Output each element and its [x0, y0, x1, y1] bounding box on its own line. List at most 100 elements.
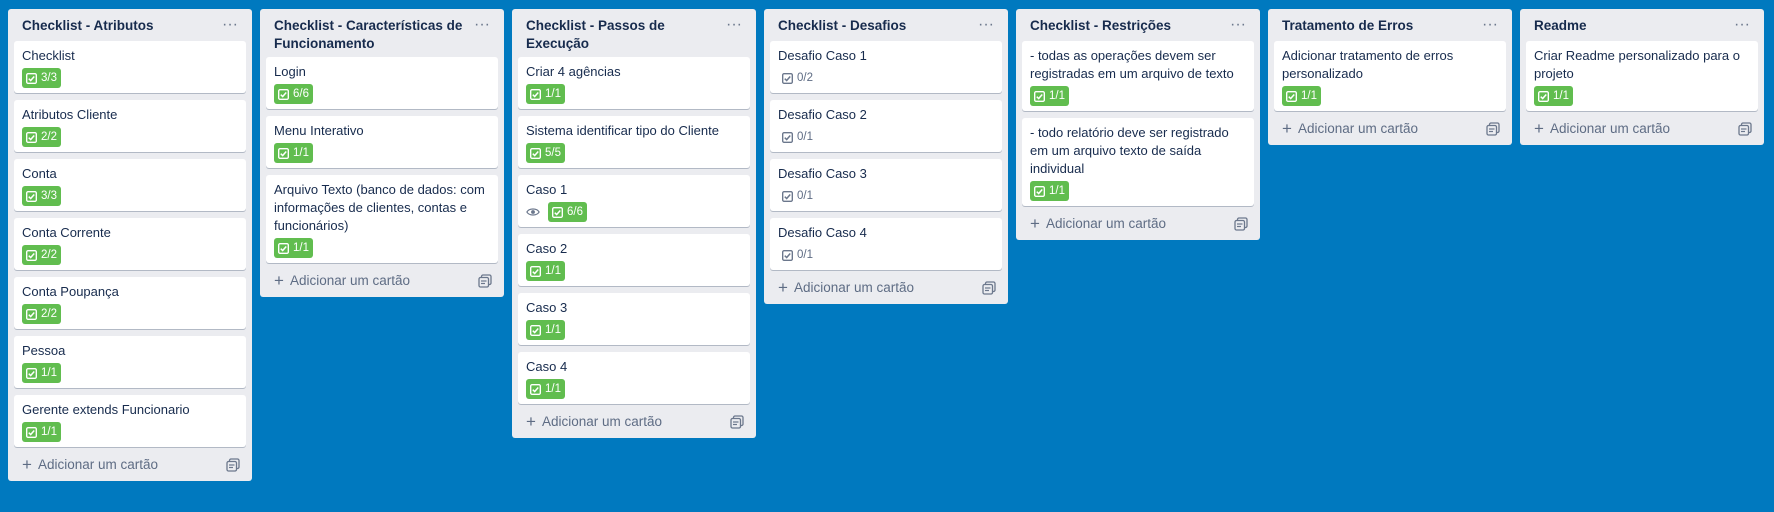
ellipsis-icon[interactable]: ···: [218, 13, 242, 37]
card-todo-relatorio-deve-ser-registrado-em-um[interactable]: - todo relatório deve ser registrado em …: [1022, 118, 1254, 206]
checklist-count: 0/1: [797, 249, 813, 261]
card-conta-poupanca[interactable]: Conta Poupança 2/2: [14, 277, 246, 329]
add-card-button[interactable]: + Adicionar um cartão: [266, 263, 498, 297]
card-caso-4[interactable]: Caso 4 1/1: [518, 352, 750, 404]
ellipsis-icon[interactable]: ···: [722, 13, 746, 37]
card-list: Desafio Caso 1 0/2 Desafio Caso 2 0/1 Desafi…: [770, 41, 1002, 270]
card-badges: 0/1: [778, 186, 994, 206]
add-card-button[interactable]: + Adicionar um cartão: [1022, 206, 1254, 240]
checklist-icon: [530, 88, 541, 100]
card-title: Criar Readme personalizado para o projet…: [1534, 48, 1740, 81]
checklist-icon: [530, 265, 541, 277]
checklist-icon: [1286, 90, 1297, 102]
checklist-badge: 0/2: [778, 68, 817, 88]
ellipsis-icon[interactable]: ···: [1730, 13, 1754, 37]
card-template-icon[interactable]: [1486, 122, 1500, 136]
checklist-badge: 1/1: [1030, 86, 1069, 106]
card-criar-4-agencias[interactable]: Criar 4 agências 1/1: [518, 57, 750, 109]
ellipsis-icon[interactable]: ···: [1226, 13, 1250, 37]
list-title[interactable]: Checklist - Restrições: [1030, 17, 1220, 35]
card-title: Criar 4 agências: [526, 64, 621, 79]
list-header: Checklist - Passos de Execução ···: [518, 9, 750, 57]
card-atributos-cliente[interactable]: Atributos Cliente 2/2: [14, 100, 246, 152]
card-template-icon[interactable]: [1738, 122, 1752, 136]
checklist-icon: [278, 242, 289, 254]
checklist-badge: 3/3: [22, 68, 61, 88]
add-card-button[interactable]: + Adicionar um cartão: [1526, 111, 1758, 145]
add-card-button[interactable]: + Adicionar um cartão: [14, 447, 246, 481]
list-title[interactable]: Readme: [1534, 17, 1724, 35]
add-card-button[interactable]: + Adicionar um cartão: [1274, 111, 1506, 145]
card-conta-corrente[interactable]: Conta Corrente 2/2: [14, 218, 246, 270]
checklist-badge: 1/1: [1282, 86, 1321, 106]
card-todas-as-operacoes-devem-ser-registradas[interactable]: - todas as operações devem ser registrad…: [1022, 41, 1254, 111]
plus-icon: +: [274, 270, 284, 290]
checklist-count: 2/2: [41, 131, 57, 143]
list-checklist-passos-de-execucao: Checklist - Passos de Execução ··· Criar 4…: [512, 9, 756, 438]
card-template-icon[interactable]: [226, 458, 240, 472]
card-template-icon[interactable]: [478, 274, 492, 288]
plus-icon: +: [1534, 118, 1544, 138]
list-checklist-desafios: Checklist - Desafios ··· Desafio Caso 1 0/2…: [764, 9, 1008, 304]
card-template-icon[interactable]: [730, 415, 744, 429]
card-template-icon[interactable]: [982, 281, 996, 295]
card-caso-2[interactable]: Caso 2 1/1: [518, 234, 750, 286]
checklist-icon: [26, 190, 37, 202]
card-menu-interativo[interactable]: Menu Interativo 1/1: [266, 116, 498, 168]
board: Checklist - Atributos ··· Checklist 3/3 Atri…: [0, 0, 1774, 512]
card-desafio-caso-2[interactable]: Desafio Caso 2 0/1: [770, 100, 1002, 152]
list-title[interactable]: Checklist - Características de Funcionam…: [274, 17, 464, 53]
card-template-icon[interactable]: [1234, 217, 1248, 231]
add-card-label: Adicionar um cartão: [541, 414, 662, 429]
card-desafio-caso-1[interactable]: Desafio Caso 1 0/2: [770, 41, 1002, 93]
card-title: Adicionar tratamento de erros personaliz…: [1282, 48, 1454, 81]
checklist-badge: 1/1: [274, 238, 313, 258]
card-badges: 1/1: [1282, 86, 1498, 106]
card-desafio-caso-4[interactable]: Desafio Caso 4 0/1: [770, 218, 1002, 270]
card-caso-3[interactable]: Caso 3 1/1: [518, 293, 750, 345]
card-adicionar-tratamento-de-erros-personaliz[interactable]: Adicionar tratamento de erros personaliz…: [1274, 41, 1506, 111]
checklist-badge: 1/1: [22, 422, 61, 442]
card-title: Login: [274, 64, 306, 79]
ellipsis-icon[interactable]: ···: [470, 13, 494, 37]
checklist-count: 3/3: [41, 72, 57, 84]
list-title[interactable]: Checklist - Desafios: [778, 17, 968, 35]
checklist-count: 6/6: [293, 88, 309, 100]
card-sistema-identificar-tipo-do-cliente[interactable]: Sistema identificar tipo do Cliente 5/5: [518, 116, 750, 168]
ellipsis-icon[interactable]: ···: [974, 13, 998, 37]
checklist-icon: [26, 367, 37, 379]
checklist-badge: 5/5: [526, 143, 565, 163]
card-badges: 0/2: [778, 68, 994, 88]
card-badges: 1/1: [274, 238, 490, 258]
add-card-button[interactable]: + Adicionar um cartão: [770, 270, 1002, 304]
checklist-badge: 1/1: [526, 84, 565, 104]
card-arquivo-texto-banco-de-dados-com-informa[interactable]: Arquivo Texto (banco de dados: com infor…: [266, 175, 498, 263]
card-pessoa[interactable]: Pessoa 1/1: [14, 336, 246, 388]
card-login[interactable]: Login 6/6: [266, 57, 498, 109]
card-conta[interactable]: Conta 3/3: [14, 159, 246, 211]
card-desafio-caso-3[interactable]: Desafio Caso 3 0/1: [770, 159, 1002, 211]
checklist-icon: [782, 131, 793, 143]
card-gerente-extends-funcionario[interactable]: Gerente extends Funcionario 1/1: [14, 395, 246, 447]
card-title: Desafio Caso 2: [778, 107, 867, 122]
list-title[interactable]: Checklist - Atributos: [22, 17, 212, 35]
list-title[interactable]: Tratamento de Erros: [1282, 17, 1472, 35]
checklist-count: 1/1: [1553, 90, 1569, 102]
checklist-count: 1/1: [1301, 90, 1317, 102]
card-title: Caso 4: [526, 359, 568, 374]
card-checklist[interactable]: Checklist 3/3: [14, 41, 246, 93]
list-header: Checklist - Desafios ···: [770, 9, 1002, 41]
list-title[interactable]: Checklist - Passos de Execução: [526, 17, 716, 53]
checklist-icon: [530, 383, 541, 395]
card-badges: 2/2: [22, 304, 238, 324]
ellipsis-icon[interactable]: ···: [1478, 13, 1502, 37]
checklist-count: 3/3: [41, 190, 57, 202]
checklist-badge: 1/1: [274, 143, 313, 163]
checklist-count: 0/1: [797, 190, 813, 202]
list-header: Tratamento de Erros ···: [1274, 9, 1506, 41]
card-criar-readme-personalizado-para-o-projet[interactable]: Criar Readme personalizado para o projet…: [1526, 41, 1758, 111]
card-caso-1[interactable]: Caso 1 6/6: [518, 175, 750, 227]
checklist-icon: [26, 131, 37, 143]
checklist-icon: [782, 190, 793, 202]
add-card-button[interactable]: + Adicionar um cartão: [518, 404, 750, 438]
